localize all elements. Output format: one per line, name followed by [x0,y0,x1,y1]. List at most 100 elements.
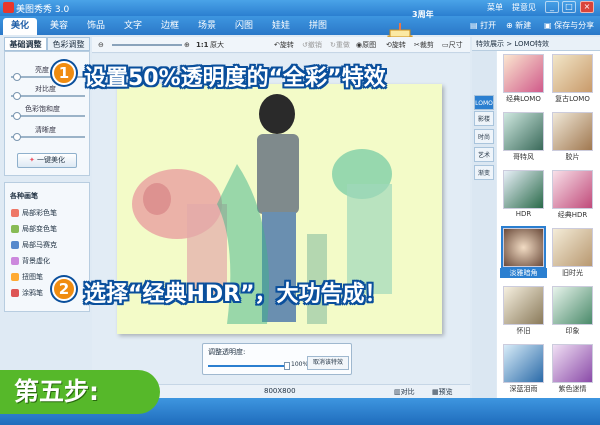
size-button[interactable]: ▭尺寸 [442,39,463,51]
step1-annotation: 设置50%透明度的“全彩”特效 [84,66,386,91]
effect-thumbnail [552,286,593,325]
effect-impression[interactable]: 印象 [549,283,596,341]
tab-doll[interactable]: 娃娃 [264,18,298,35]
brush-warp[interactable]: 扭图笔 [11,271,43,283]
effect-thumbnail [552,112,593,151]
crop-button[interactable]: ✂裁剪 [414,39,434,51]
tab-decor[interactable]: 饰品 [79,18,113,35]
tab-basic-adjust[interactable]: 基础调整 [4,37,47,51]
plus-icon: ⊕ [506,21,513,30]
preview-button[interactable]: ▦预览 [432,387,453,397]
step1-number-badge: 1 [52,61,76,85]
contrast-slider[interactable] [11,92,85,100]
effect-gothic[interactable]: 哥特风 [500,109,547,167]
tab-art[interactable]: 艺术 [474,147,494,162]
slider-knob[interactable] [13,133,21,141]
tab-scene[interactable]: 场景 [190,18,224,35]
adjust-tabs: 基础调整 色彩调整 [4,37,90,51]
redo-button[interactable]: ↻重做 [330,39,350,51]
opacity-slider[interactable] [208,362,290,370]
open-label: 打开 [480,21,497,30]
menu-button[interactable]: 菜单 [487,2,503,13]
tab-frame[interactable]: 边框 [153,18,187,35]
effect-label: 复古LOMO [555,95,590,103]
adjust-panel: 亮度 对比度 色彩饱和度 清晰度 ✦ 一键美化 [4,51,90,176]
compare-button[interactable]: ▥对比 [394,387,415,397]
tab-gradient[interactable]: 渐变 [474,165,494,180]
opacity-panel: 调整透明度: 100% 取消该特效 [202,343,352,375]
effect-label: 胶片 [565,153,580,161]
effect-retro-lomo[interactable]: 复古LOMO [549,51,596,109]
original-size-button[interactable]: 原大 [210,39,224,51]
brush-doodle[interactable]: 涂鸦笔 [11,287,43,299]
zoom-out-icon[interactable]: ⊖ [98,39,104,51]
feedback-button[interactable]: 提意见 [512,2,536,13]
save-share-button[interactable]: ▣ 保存与分享 [544,19,594,32]
title-bar: 美图秀秀 3.0 菜单 提意见 _ □ × [0,0,600,16]
effect-classic-hdr[interactable]: 经典HDR [549,167,596,225]
effect-old-times[interactable]: 旧时光 [549,225,596,283]
saturation-slider[interactable] [11,112,85,120]
tab-beautify[interactable]: 美化 [3,18,37,35]
effect-label: 紫色迷情 [558,385,587,393]
original-button[interactable]: ◉原图 [356,39,376,51]
brush-icon [11,289,19,297]
effect-deep-blue-rain[interactable]: 深蓝泪雨 [500,341,547,398]
brush-mosaic[interactable]: 局部马赛克 [11,239,57,251]
brush-blur[interactable]: 背景虚化 [11,255,50,267]
tab-text[interactable]: 文字 [116,18,150,35]
brush-label: 局部彩色笔 [22,209,57,217]
brush-local-color[interactable]: 局部彩色笔 [11,207,57,219]
effect-thumbnail [552,228,593,267]
zoom-ratio[interactable]: 1:1 [196,39,209,51]
effect-classic-lomo[interactable]: 经典LOMO [500,51,547,109]
maximize-button[interactable]: □ [562,1,576,13]
effect-thumbnail [503,344,544,383]
sharpness-slider[interactable] [11,133,85,141]
tab-face[interactable]: 美容 [42,18,76,35]
magic-icon: ✦ [28,156,35,164]
effect-thumbnail [501,226,546,269]
brush-label: 涂鸦笔 [22,289,43,297]
zoom-slider[interactable] [112,44,182,46]
new-button[interactable]: ⊕ 新建 [506,19,531,32]
slider-knob[interactable] [13,92,21,100]
tab-flash[interactable]: 闪图 [227,18,261,35]
step2-annotation: 选择“经典HDR”，大功告成！ [84,282,387,307]
opacity-slider-knob[interactable] [284,362,290,370]
effect-soft-vignette[interactable]: 淡雅暗角 [500,225,547,283]
effect-purple-charm[interactable]: 紫色迷情 [549,341,596,398]
tab-color-adjust[interactable]: 色彩调整 [47,37,90,51]
step2-number-badge: 2 [52,277,76,301]
close-button[interactable]: × [580,1,594,13]
app-title: 美图秀秀 3.0 [16,5,70,15]
tab-studio[interactable]: 影楼 [474,111,494,126]
undo-button[interactable]: ↺撤销 [302,39,322,51]
effect-thumbnail [552,344,593,383]
brush-local-recolor[interactable]: 局部变色笔 [11,223,57,235]
slider-knob[interactable] [13,73,21,81]
rotate-left-button[interactable]: ↶旋转 [274,39,294,51]
effect-label: 深蓝泪雨 [509,385,538,393]
rotate-button[interactable]: ⟲旋转 [386,39,406,51]
save-icon: ▣ [544,21,552,30]
opacity-value: 100% [291,361,309,368]
minimize-button[interactable]: _ [545,1,559,13]
effect-film[interactable]: 胶片 [549,109,596,167]
size-label: 尺寸 [448,41,463,49]
cancel-effect-button[interactable]: 取消该特效 [307,356,349,370]
effect-hdr[interactable]: HDR [500,167,547,225]
tab-fashion[interactable]: 时尚 [474,129,494,144]
effect-nostalgia[interactable]: 怀旧 [500,283,547,341]
brush-icon [11,257,19,265]
one-key-beautify-button[interactable]: ✦ 一键美化 [17,153,77,168]
slider-knob[interactable] [13,112,21,120]
tab-collage[interactable]: 拼图 [301,18,335,35]
zoom-in-icon[interactable]: ⊕ [184,39,190,51]
open-button[interactable]: ▤ 打开 [470,19,496,32]
tab-lomo[interactable]: LOMO [474,95,494,110]
brush-label: 扭图笔 [22,273,43,281]
saturation-label: 色彩饱和度 [25,105,60,113]
brush-panel: 各种画笔 局部彩色笔 局部变色笔 局部马赛克 背景虚化 扭图笔 涂鸦笔 [4,182,90,312]
effect-label: 哥特风 [513,153,534,161]
